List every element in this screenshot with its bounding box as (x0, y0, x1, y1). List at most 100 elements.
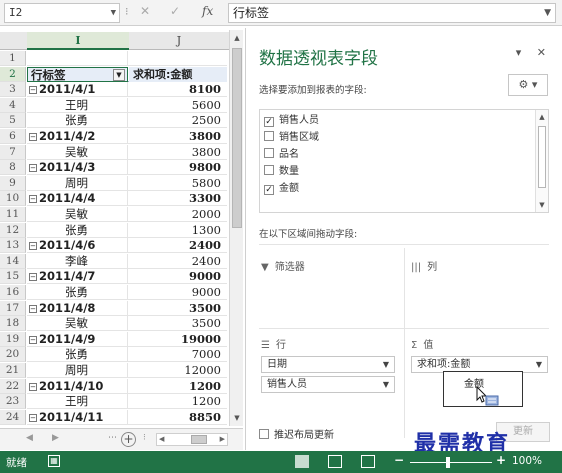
date-group-row[interactable]: −2011/4/10 1200 (27, 378, 227, 394)
row-header[interactable]: 8 (0, 160, 26, 176)
field-item[interactable]: ✓ 金额 (264, 181, 299, 197)
rows-field-salesperson[interactable]: 销售人员 ▼ (261, 376, 395, 393)
cancel-icon[interactable]: ✕ (140, 4, 150, 18)
pane-controls[interactable]: ▾ ✕ (516, 46, 552, 59)
prev-sheet-icon[interactable]: ◀ (26, 433, 33, 443)
value-cell[interactable]: 8100 (129, 82, 227, 97)
tab-split-handle[interactable]: ⁝ (143, 433, 146, 443)
value-cell[interactable]: 9000 (129, 285, 227, 300)
add-sheet-button[interactable]: + (121, 432, 136, 447)
row-label-cell[interactable]: −2011/4/2 (27, 129, 128, 144)
person-row[interactable]: 周明 5800 (27, 175, 227, 191)
sum-amount-header[interactable]: 求和项:金额 (129, 66, 227, 82)
name-box[interactable]: I2 ▼ (4, 3, 120, 23)
checkbox-checked-icon[interactable]: ✓ (264, 117, 274, 127)
column-header-j[interactable]: J (129, 32, 229, 50)
row-label-cell[interactable]: 吴敏 (27, 144, 128, 160)
person-row[interactable]: 张勇 2500 (27, 113, 227, 129)
row-header[interactable]: 18 (0, 316, 26, 332)
row-header[interactable]: 11 (0, 207, 26, 222)
scroll-right-icon[interactable]: ▶ (220, 434, 225, 445)
pivot-header-row[interactable]: 行标签 ▼ 求和项:金额 (27, 66, 227, 82)
person-row[interactable]: 吴敏 2000 (27, 207, 227, 222)
value-cell[interactable]: 2400 (129, 238, 227, 253)
value-cell[interactable]: 9000 (129, 269, 227, 284)
checkbox-icon[interactable] (264, 165, 274, 175)
value-cell[interactable]: 19000 (129, 332, 227, 347)
collapse-icon[interactable]: − (29, 304, 37, 313)
value-cell[interactable]: 2500 (129, 113, 227, 128)
row-label-cell[interactable]: 吴敏 (27, 207, 128, 222)
checkbox-icon[interactable] (264, 131, 274, 141)
chevron-down-icon[interactable]: ▼ (536, 357, 542, 372)
normal-view-icon[interactable] (295, 455, 309, 468)
date-group-row[interactable]: −2011/4/7 9000 (27, 269, 227, 285)
page-break-view-icon[interactable] (361, 455, 375, 468)
row-label-cell[interactable]: 张勇 (27, 285, 128, 300)
collapse-icon[interactable]: − (29, 164, 37, 173)
tab-overflow-icon[interactable]: ⋯ (108, 433, 117, 443)
row-label-cell[interactable]: −2011/4/1 (27, 82, 128, 98)
scroll-up-icon[interactable]: ▲ (537, 113, 547, 121)
row-header[interactable]: 21 (0, 363, 26, 378)
scroll-thumb[interactable] (538, 126, 546, 188)
date-group-row[interactable]: −2011/4/6 2400 (27, 238, 227, 254)
row-header[interactable]: 6 (0, 129, 26, 144)
column-header-i[interactable]: I (27, 32, 129, 50)
person-row[interactable]: 张勇 1300 (27, 222, 227, 238)
macro-record-icon[interactable]: ▦ (48, 455, 60, 467)
person-row[interactable]: 周明 12000 (27, 363, 227, 378)
row-header[interactable]: 23 (0, 394, 26, 410)
scroll-down-icon[interactable]: ▼ (231, 412, 243, 424)
date-group-row[interactable]: −2011/4/2 3800 (27, 129, 227, 144)
select-all-corner[interactable] (0, 32, 27, 50)
rows-field-date[interactable]: 日期 ▼ (261, 356, 395, 373)
value-cell[interactable]: 3300 (129, 191, 227, 206)
checkbox-checked-icon[interactable]: ✓ (264, 185, 274, 195)
empty-row[interactable] (27, 51, 227, 66)
value-cell[interactable]: 5800 (129, 176, 227, 191)
row-label-cell[interactable]: −2011/4/10 (27, 378, 128, 394)
field-item[interactable]: 品名 (264, 147, 299, 163)
empty-cell[interactable] (27, 51, 128, 66)
filter-dropdown-icon[interactable]: ▼ (113, 68, 125, 81)
row-header[interactable]: 4 (0, 97, 26, 113)
row-label-cell[interactable]: −2011/4/9 (27, 331, 128, 347)
zoom-slider[interactable] (410, 462, 492, 463)
enter-icon[interactable]: ✓ (170, 4, 180, 18)
scroll-left-icon[interactable]: ◀ (159, 434, 164, 445)
value-cell[interactable]: 3500 (129, 316, 227, 331)
scroll-down-icon[interactable]: ▼ (537, 201, 547, 209)
collapse-icon[interactable]: − (29, 195, 37, 204)
row-label-cell[interactable]: 李峰 (27, 253, 128, 269)
field-item[interactable]: 数量 (264, 164, 299, 180)
collapse-icon[interactable]: − (29, 273, 37, 282)
row-label-cell[interactable]: 张勇 (27, 222, 128, 238)
empty-cell[interactable] (129, 51, 227, 66)
value-cell[interactable]: 1300 (129, 223, 227, 238)
hscroll-thumb[interactable] (191, 435, 207, 444)
row-label-cell[interactable]: −2011/4/11 (27, 409, 128, 425)
row-header[interactable]: 3 (0, 82, 26, 98)
collapse-icon[interactable]: − (29, 86, 37, 95)
vertical-scrollbar[interactable]: ▲ ▼ (229, 30, 243, 426)
row-header[interactable]: 14 (0, 253, 26, 269)
chevron-down-icon[interactable]: ▼ (111, 4, 116, 22)
row-header[interactable]: 5 (0, 113, 26, 129)
row-label-cell[interactable]: 周明 (27, 363, 128, 378)
value-cell[interactable]: 2400 (129, 254, 227, 269)
row-label-cell[interactable]: 周明 (27, 175, 128, 191)
row-header[interactable]: 2 (0, 66, 26, 82)
row-header[interactable]: 22 (0, 378, 26, 394)
date-group-row[interactable]: −2011/4/1 8100 (27, 82, 227, 98)
collapse-icon[interactable]: − (29, 133, 37, 141)
tools-gear-button[interactable]: ⚙ ▾ (508, 74, 548, 96)
row-label-cell[interactable]: 张勇 (27, 113, 128, 129)
date-group-row[interactable]: −2011/4/3 9800 (27, 160, 227, 176)
person-row[interactable]: 王明 5600 (27, 97, 227, 113)
value-cell[interactable]: 5600 (129, 98, 227, 113)
person-row[interactable]: 吴敏 3500 (27, 316, 227, 332)
row-header[interactable]: 17 (0, 300, 26, 316)
value-cell[interactable]: 3800 (129, 145, 227, 160)
row-labels-header[interactable]: 行标签 ▼ (27, 66, 128, 82)
